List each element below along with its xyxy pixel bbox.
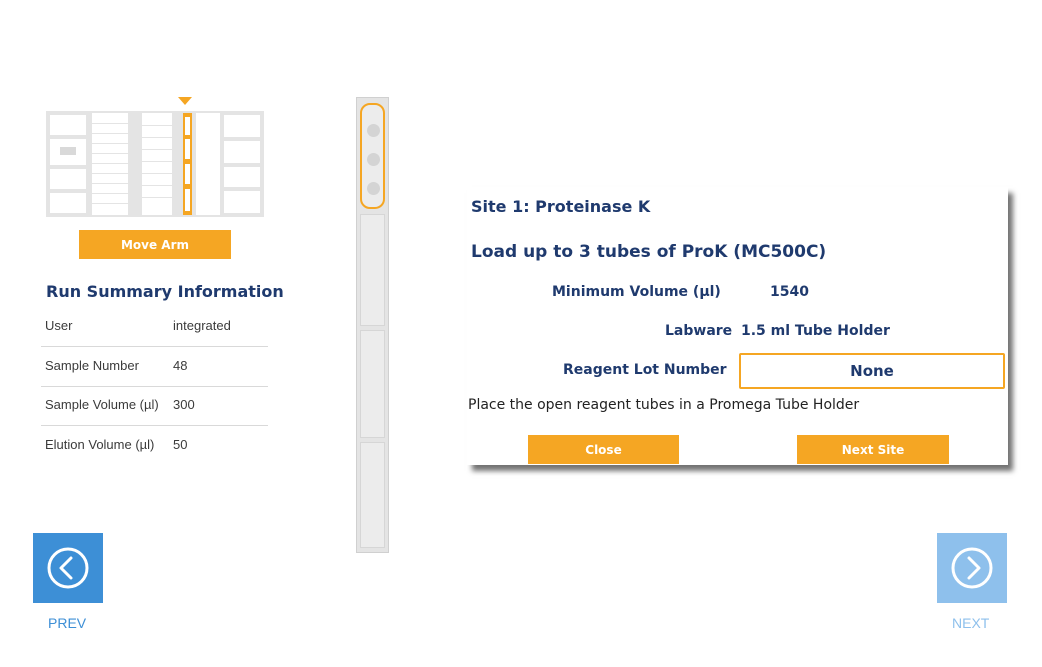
deck-slot bbox=[224, 167, 260, 187]
move-arm-button[interactable]: Move Arm bbox=[79, 230, 231, 259]
tube-well-icon bbox=[367, 182, 380, 195]
summary-row-value: 300 bbox=[173, 397, 195, 412]
tube-holder-highlight[interactable] bbox=[360, 103, 385, 209]
close-button[interactable]: Close bbox=[528, 435, 679, 464]
reagent-lot-label: Reagent Lot Number bbox=[563, 362, 727, 378]
min-volume-label: Minimum Volume (µl) bbox=[552, 284, 721, 300]
next-site-button[interactable]: Next Site bbox=[797, 435, 949, 464]
deck-slot bbox=[224, 191, 260, 213]
strip-segment bbox=[360, 330, 385, 438]
summary-row-value: 50 bbox=[173, 437, 188, 452]
deck-map bbox=[46, 111, 264, 217]
labware-value: 1.5 ml Tube Holder bbox=[741, 323, 890, 339]
deck-slot bbox=[50, 115, 86, 135]
deck-rack bbox=[196, 113, 220, 215]
tube-well-icon bbox=[367, 153, 380, 166]
placement-instruction: Place the open reagent tubes in a Promeg… bbox=[468, 397, 860, 413]
run-summary-title: Run Summary Information bbox=[46, 282, 284, 301]
deck-slot bbox=[50, 193, 86, 213]
strip-segment bbox=[360, 442, 385, 548]
summary-row-label: Sample Number bbox=[45, 358, 139, 373]
deck-rack bbox=[142, 113, 172, 215]
summary-row-label: Sample Volume (µl) bbox=[45, 397, 159, 412]
next-button[interactable] bbox=[937, 533, 1007, 603]
labware-label: Labware bbox=[665, 323, 733, 339]
deck-rack bbox=[92, 113, 128, 215]
deck-slot-marker bbox=[60, 147, 76, 155]
deck-position-marker-icon bbox=[178, 97, 192, 105]
deck-slot bbox=[224, 115, 260, 137]
summary-row-sample-volume: Sample Volume (µl) 300 bbox=[41, 386, 268, 426]
tube-well-icon bbox=[367, 124, 380, 137]
dialog-title: Site 1: Proteinase K bbox=[471, 197, 651, 216]
summary-row-label: User bbox=[45, 318, 73, 333]
site-dialog: Site 1: Proteinase K Load up to 3 tubes … bbox=[467, 187, 1008, 465]
strip-segment bbox=[360, 214, 385, 326]
summary-row-sample-number: Sample Number 48 bbox=[41, 347, 268, 387]
summary-row-value: integrated bbox=[173, 318, 231, 333]
prev-label[interactable]: PREV bbox=[48, 615, 86, 631]
cartridge-strip bbox=[356, 97, 389, 553]
deck-slot bbox=[224, 141, 260, 163]
summary-row-elution-volume: Elution Volume (µl) 50 bbox=[41, 426, 268, 465]
load-instruction: Load up to 3 tubes of ProK (MC500C) bbox=[471, 242, 827, 262]
summary-row-user: User integrated bbox=[41, 307, 268, 347]
deck-slot bbox=[50, 169, 86, 189]
min-volume-value: 1540 bbox=[770, 284, 809, 300]
summary-row-label: Elution Volume (µl) bbox=[45, 437, 155, 452]
chevron-left-circle-icon bbox=[47, 547, 89, 589]
summary-row-value: 48 bbox=[173, 358, 188, 373]
prev-button[interactable] bbox=[33, 533, 103, 603]
reagent-lot-field[interactable]: None bbox=[739, 353, 1005, 389]
chevron-right-circle-icon bbox=[951, 547, 993, 589]
next-label[interactable]: NEXT bbox=[952, 615, 989, 631]
